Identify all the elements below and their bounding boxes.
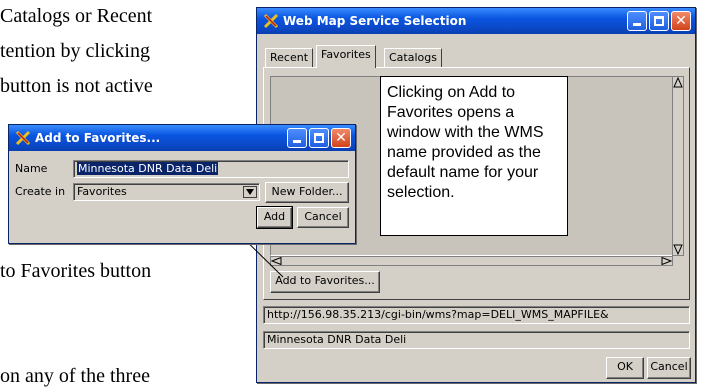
minimize-icon[interactable] [627,11,647,31]
doc-line-2: tention by clicking [0,40,150,62]
add-cancel-button[interactable]: Cancel [297,207,349,228]
dropdown-arrow-icon[interactable] [243,186,257,198]
name-label: Name [15,162,48,175]
add-label: Add [263,210,286,223]
minimize-icon[interactable] [287,128,307,148]
wms-url-value: http://156.98.35.213/cgi-bin/wms?map=DEL… [267,308,609,321]
app-icon [15,130,31,146]
scroll-right-arrow-icon[interactable] [660,257,672,265]
tab-recent-label: Recent [270,51,309,64]
tab-favorites-label: Favorites [321,48,371,61]
callout-text: Clicking on Add to Favorites opens a win… [380,76,568,236]
tab-catalogs[interactable]: Catalogs [384,48,442,68]
new-folder-label: New Folder... [271,185,343,198]
create-in-select[interactable]: Favorites [73,183,260,201]
tab-catalogs-label: Catalogs [389,51,437,64]
maximize-icon[interactable] [649,11,669,31]
scroll-down-arrow-icon[interactable] [673,243,683,255]
name-input[interactable]: Minnesota DNR Data Deli [73,160,349,178]
doc-line-3: button is not active [0,75,153,97]
tab-recent[interactable]: Recent [265,48,314,68]
vertical-scrollbar[interactable] [672,76,684,256]
new-folder-button[interactable]: New Folder... [265,182,349,203]
callout-text-body: Clicking on Add to Favorites opens a win… [387,84,544,201]
horizontal-scrollbar[interactable] [270,256,673,266]
doc-line-4: to Favorites button [0,260,152,282]
ok-button[interactable]: OK [606,357,644,379]
add-button[interactable]: Add [256,206,293,229]
wms-name-field[interactable]: Minnesota DNR Data Deli [263,331,690,349]
create-in-label: Create in [15,185,66,198]
tab-favorites[interactable]: Favorites [316,45,376,68]
name-input-value: Minnesota DNR Data Deli [77,162,219,175]
wms-url-field[interactable]: http://156.98.35.213/cgi-bin/wms?map=DEL… [263,306,690,324]
wms-name-value: Minnesota DNR Data Deli [267,333,407,346]
add-to-favorites-button[interactable]: Add to Favorites... [270,271,380,293]
close-icon[interactable]: ✕ [671,11,691,31]
add-cancel-label: Cancel [304,210,342,223]
doc-line-5: on any of the three [0,365,150,387]
scroll-left-arrow-icon[interactable] [271,257,283,265]
add-to-favorites-label: Add to Favorites... [275,274,375,287]
cancel-label: Cancel [650,360,688,373]
wms-window-title: Web Map Service Selection [283,14,467,28]
close-icon[interactable]: ✕ [331,128,351,148]
create-in-value: Favorites [77,185,127,198]
scroll-up-arrow-icon[interactable] [673,77,683,89]
add-to-favorites-window: Add to Favorites... ✕ Name Minnesota DNR… [8,124,356,244]
cancel-button[interactable]: Cancel [647,357,691,379]
add-window-title: Add to Favorites... [35,131,161,145]
app-icon [263,13,279,29]
ok-label: OK [617,360,633,373]
add-window-titlebar[interactable]: Add to Favorites... ✕ [9,125,355,151]
doc-line-1: Catalogs or Recent [0,5,153,27]
wms-window-titlebar[interactable]: Web Map Service Selection ✕ [257,8,695,34]
maximize-icon[interactable] [309,128,329,148]
